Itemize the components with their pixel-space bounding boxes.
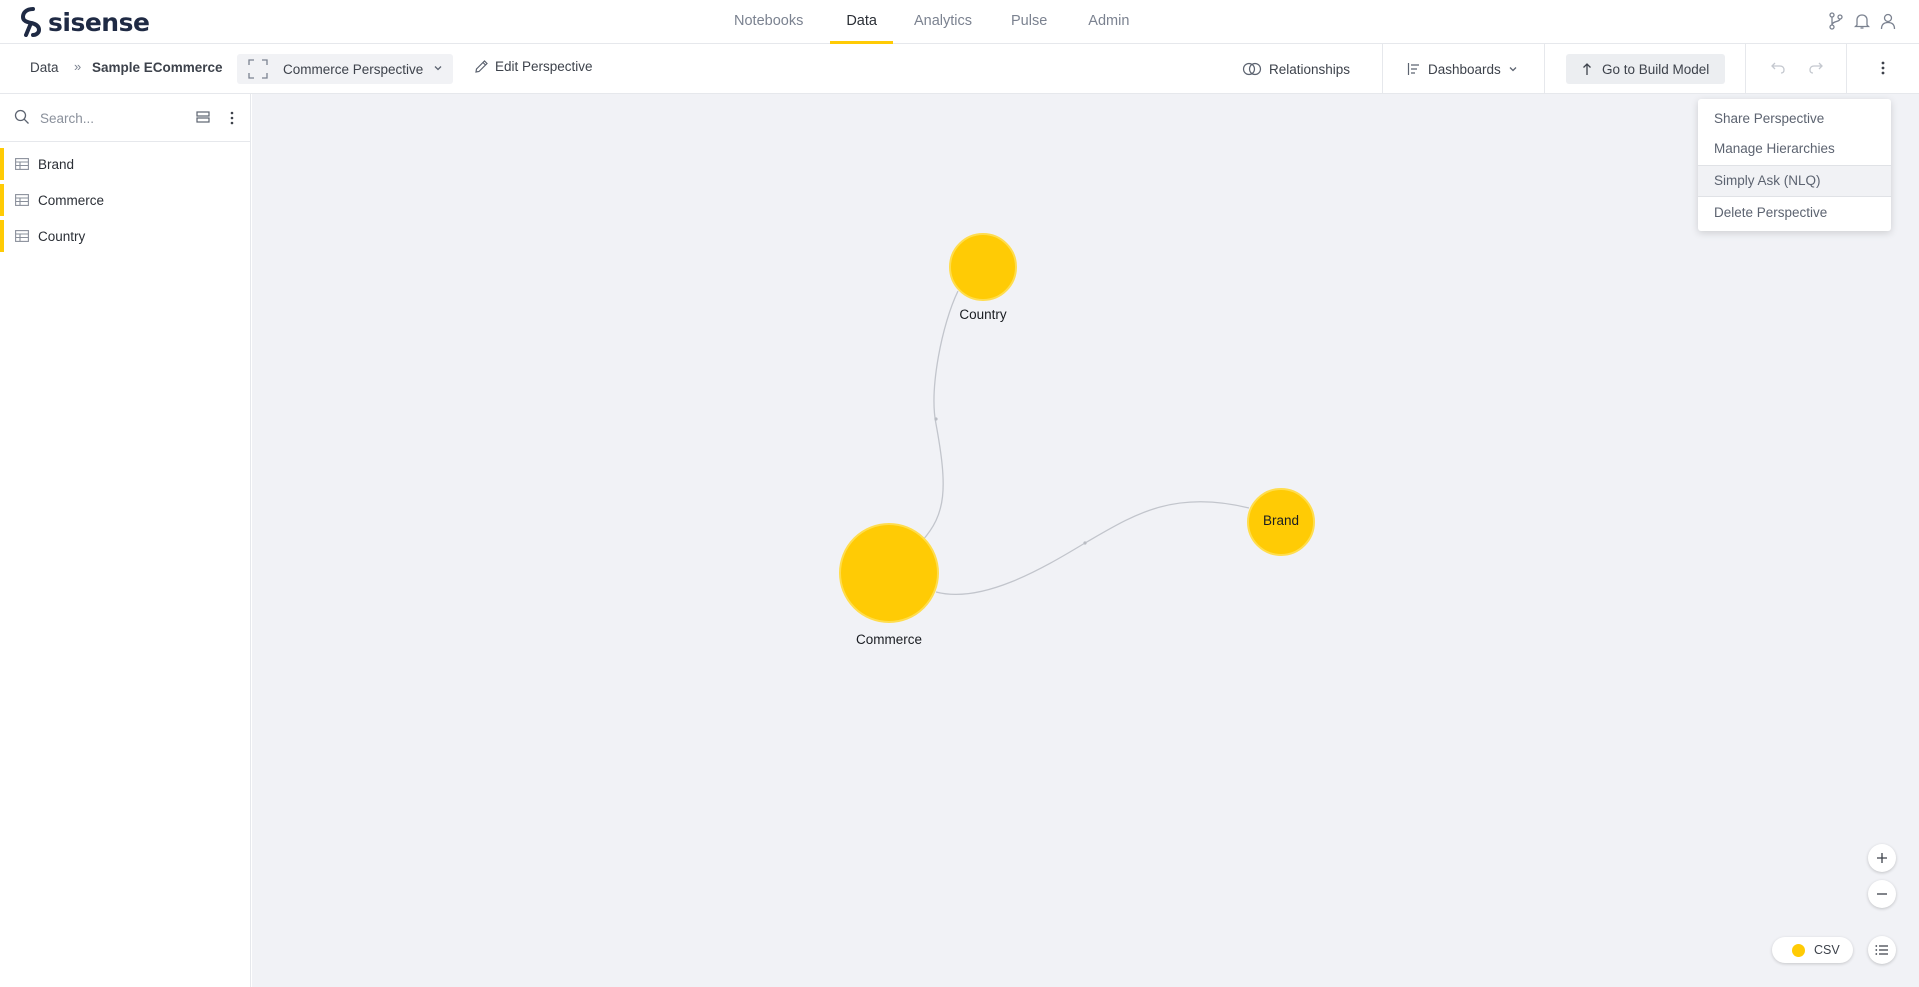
table-color-bar	[0, 148, 4, 180]
toolbar-divider	[1745, 44, 1746, 94]
main-nav-tabs: Notebooks Data Analytics Pulse Admin	[718, 0, 1145, 44]
table-item-label: Brand	[38, 156, 75, 172]
undo-icon[interactable]	[1770, 61, 1786, 75]
menu-delete-perspective[interactable]: Delete Perspective	[1698, 198, 1891, 228]
pencil-icon	[475, 60, 488, 73]
minus-icon	[1877, 893, 1887, 895]
build-model-label: Go to Build Model	[1602, 61, 1710, 77]
sisense-logo[interactable]: sisense	[18, 6, 150, 38]
tables-sidebar: Brand Commerce Country	[0, 94, 251, 987]
breadcrumb-model[interactable]: Sample ECommerce	[92, 60, 223, 75]
user-icon[interactable]	[1879, 11, 1897, 31]
table-color-bar	[0, 220, 4, 252]
node-label-country: Country	[959, 307, 1007, 322]
edge-midpoint	[1083, 541, 1087, 545]
top-nav: sisense Notebooks Data Analytics Pulse A…	[0, 0, 1919, 44]
edit-perspective-button[interactable]: Edit Perspective	[474, 59, 593, 74]
tab-data[interactable]: Data	[830, 0, 893, 44]
top-icons	[1827, 11, 1897, 31]
legend-label: CSV	[1814, 943, 1840, 957]
perspective-canvas[interactable]: Country Commerce Brand	[252, 94, 1919, 987]
sidebar-search	[0, 94, 250, 142]
perspective-select-label: Commerce Perspective	[283, 61, 424, 77]
relationship-graph	[839, 233, 1315, 623]
plus-icon	[1877, 853, 1887, 863]
table-icon	[15, 230, 29, 242]
sisense-logo-icon	[20, 7, 42, 37]
tab-notebooks[interactable]: Notebooks	[718, 0, 819, 44]
search-icon	[14, 109, 29, 124]
table-item-commerce[interactable]: Commerce	[0, 182, 250, 218]
dashboards-dropdown[interactable]: Dashboards	[1407, 44, 1518, 94]
tab-analytics[interactable]: Analytics	[898, 0, 988, 44]
dashboards-label: Dashboards	[1428, 61, 1501, 77]
arrow-up-icon	[1583, 63, 1591, 75]
toolbar-divider	[1846, 44, 1847, 94]
zoom-out-button[interactable]	[1868, 880, 1896, 908]
sidebar-more-icon[interactable]	[229, 110, 235, 126]
table-item-label: Commerce	[38, 192, 105, 208]
table-item-country[interactable]: Country	[0, 218, 250, 254]
list-icon	[1875, 945, 1888, 955]
relationships-button[interactable]: Relationships	[1242, 44, 1350, 94]
perspective-toolbar: Data » Sample ECommerce Commerce Perspec…	[0, 44, 1919, 94]
chevron-down-icon	[1509, 67, 1517, 72]
edit-perspective-label: Edit Perspective	[495, 59, 593, 74]
go-to-build-model-button[interactable]: Go to Build Model	[1566, 54, 1725, 84]
node-commerce[interactable]	[839, 523, 939, 623]
chevron-down-icon	[434, 66, 442, 71]
table-color-bar	[0, 184, 4, 216]
more-options-icon[interactable]	[1880, 60, 1886, 76]
tab-admin[interactable]: Admin	[1072, 0, 1145, 44]
table-icon	[15, 194, 29, 206]
redo-icon[interactable]	[1808, 61, 1824, 75]
tab-pulse[interactable]: Pulse	[995, 0, 1063, 44]
table-item-brand[interactable]: Brand	[0, 146, 250, 182]
node-label-brand: Brand	[1262, 513, 1300, 528]
search-input[interactable]	[40, 106, 180, 130]
legend-csv[interactable]: CSV	[1772, 937, 1853, 963]
zoom-in-button[interactable]	[1868, 844, 1896, 872]
relationships-icon	[1242, 62, 1262, 76]
legend-toggle-button[interactable]	[1868, 936, 1896, 964]
git-branch-icon[interactable]	[1827, 11, 1845, 31]
fullscreen-icon[interactable]	[247, 58, 269, 80]
table-icon	[15, 158, 29, 170]
table-item-label: Country	[38, 228, 86, 244]
node-country[interactable]	[949, 233, 1017, 301]
menu-simply-ask-nlq[interactable]: Simply Ask (NLQ)	[1698, 165, 1891, 197]
edge-country-commerce[interactable]	[921, 290, 959, 542]
toolbar-divider	[1382, 44, 1383, 94]
bell-icon[interactable]	[1853, 11, 1871, 31]
edge-midpoint	[934, 417, 938, 421]
menu-share-perspective[interactable]: Share Perspective	[1698, 104, 1891, 134]
perspective-select[interactable]: Commerce Perspective	[237, 54, 453, 84]
node-label-commerce: Commerce	[855, 632, 923, 647]
dashboards-icon	[1407, 63, 1419, 75]
menu-manage-hierarchies[interactable]: Manage Hierarchies	[1698, 134, 1891, 164]
breadcrumb-data[interactable]: Data	[30, 60, 59, 75]
logo-text: sisense	[48, 7, 150, 37]
perspective-options-menu: Share Perspective Manage Hierarchies Sim…	[1698, 99, 1891, 231]
relationships-label: Relationships	[1269, 61, 1351, 77]
view-toggle-icon[interactable]	[196, 111, 210, 123]
edge-commerce-brand[interactable]	[935, 501, 1250, 596]
breadcrumb-separator-icon: »	[74, 59, 82, 74]
toolbar-divider	[1544, 44, 1545, 94]
legend-color-dot	[1792, 943, 1805, 957]
